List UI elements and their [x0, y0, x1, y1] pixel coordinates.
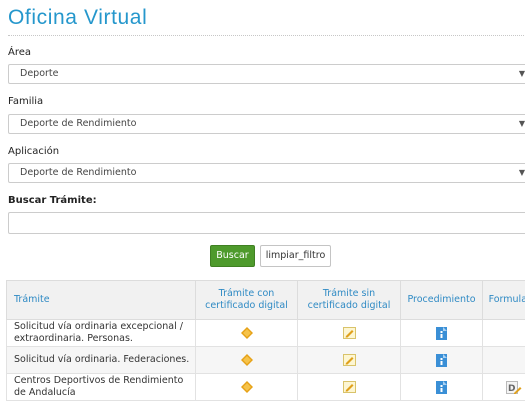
- results-table: Trámite Trámite con certificado digital …: [6, 280, 525, 401]
- cert-envelope-icon[interactable]: [240, 326, 253, 339]
- page-title: Oficina Virtual: [8, 6, 148, 29]
- sin-cert-cell: [297, 319, 401, 347]
- title-divider: [8, 35, 525, 36]
- area-label: Área: [8, 47, 32, 58]
- sin-cert-cell: [297, 373, 401, 401]
- formulario-cell: D: [482, 373, 525, 401]
- no-cert-form-icon[interactable]: [342, 380, 356, 393]
- download-form-icon[interactable]: D: [506, 380, 522, 394]
- header-tramite: Trámite: [6, 280, 196, 320]
- sin-cert-cell: [297, 346, 401, 374]
- header-con-certificado: Trámite con certificado digital: [195, 280, 298, 320]
- no-cert-form-icon[interactable]: [342, 353, 356, 366]
- familia-label: Familia: [8, 96, 44, 107]
- formulario-cell: [482, 346, 525, 374]
- table-row: Solicitud vía ordinaria. Federaciones.: [6, 346, 525, 374]
- no-cert-form-icon[interactable]: [342, 326, 356, 339]
- procedimiento-cell: [400, 319, 483, 347]
- cert-envelope-icon[interactable]: [240, 353, 253, 366]
- chevron-down-icon: ▼: [518, 168, 525, 177]
- table-row: Solicitud vía ordinaria excepcional / ex…: [6, 319, 525, 347]
- procedimiento-cell: [400, 373, 483, 401]
- tramite-name: Centros Deportivos de Rendimiento de And…: [6, 373, 196, 401]
- table-header-row: Trámite Trámite con certificado digital …: [6, 280, 525, 320]
- con-cert-cell: [195, 319, 298, 347]
- familia-select-value: Deporte de Rendimiento: [20, 118, 137, 129]
- clear-filter-button[interactable]: limpiar_filtro: [260, 245, 331, 267]
- aplicacion-select[interactable]: Deporte de Rendimiento ▼: [8, 163, 525, 183]
- chevron-down-icon: ▼: [518, 69, 525, 78]
- tramite-name: Solicitud vía ordinaria excepcional / ex…: [6, 319, 196, 347]
- area-select[interactable]: Deporte ▼: [8, 64, 525, 84]
- header-formulario: Formulario: [482, 280, 525, 320]
- familia-select[interactable]: Deporte de Rendimiento ▼: [8, 114, 525, 134]
- procedimiento-cell: [400, 346, 483, 374]
- info-document-icon[interactable]: [436, 326, 447, 340]
- con-cert-cell: [195, 346, 298, 374]
- search-button[interactable]: Buscar: [210, 245, 255, 267]
- buscar-tramite-label: Buscar Trámite:: [8, 195, 97, 206]
- cert-envelope-icon[interactable]: [240, 380, 253, 393]
- area-select-value: Deporte: [20, 68, 59, 79]
- info-document-icon[interactable]: [436, 380, 447, 394]
- info-document-icon[interactable]: [436, 353, 447, 367]
- chevron-down-icon: ▼: [518, 119, 525, 128]
- aplicacion-label: Aplicación: [8, 146, 60, 157]
- svg-text:D: D: [508, 384, 515, 394]
- header-sin-certificado: Trámite sin certificado digital: [297, 280, 401, 320]
- tramite-name: Solicitud vía ordinaria. Federaciones.: [6, 346, 196, 374]
- table-row: Centros Deportivos de Rendimiento de And…: [6, 373, 525, 401]
- header-procedimiento: Procedimiento: [400, 280, 483, 320]
- aplicacion-select-value: Deporte de Rendimiento: [20, 167, 137, 178]
- formulario-cell: [482, 319, 525, 347]
- buscar-tramite-input[interactable]: [8, 212, 525, 234]
- con-cert-cell: [195, 373, 298, 401]
